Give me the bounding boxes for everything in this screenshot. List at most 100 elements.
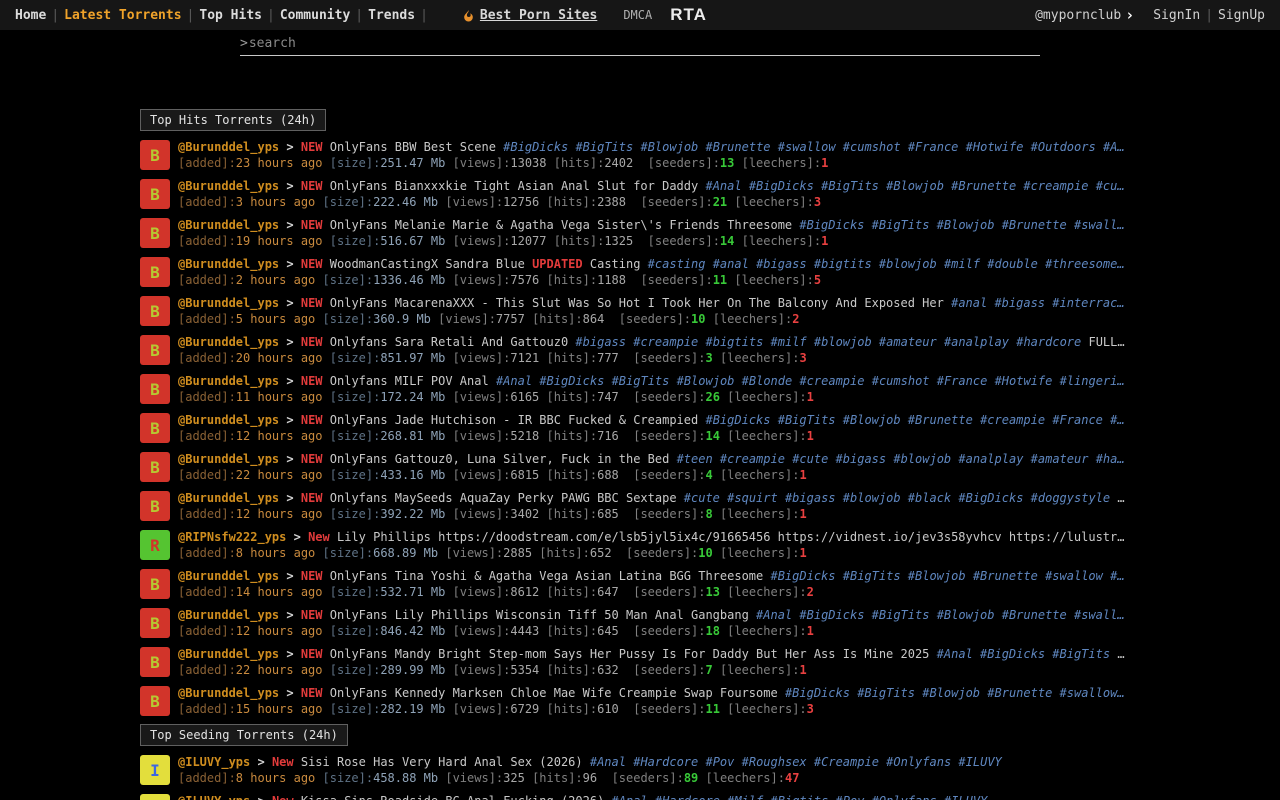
tag-link[interactable]: #Anal — [612, 794, 648, 800]
tag-link[interactable]: #Onlyfans — [872, 794, 937, 800]
tag-link[interactable]: #ILUVY — [944, 794, 987, 800]
tag-link[interactable]: #interrac… — [1052, 296, 1124, 310]
uploader-link[interactable]: @Burunddel_yps — [178, 491, 279, 505]
tag-link[interactable]: #Brunette — [908, 413, 973, 427]
tag-link[interactable]: #Outdoors — [1031, 140, 1096, 154]
torrent-title-link[interactable]: OnlyFans Lily Phillips Wisconsin Tiff 50… — [330, 608, 749, 622]
uploader-link[interactable]: @Burunddel_yps — [178, 608, 279, 622]
tag-link[interactable]: #France — [1052, 413, 1103, 427]
tag-link[interactable]: #… — [1110, 569, 1124, 583]
uploader-link[interactable]: @ILUVY_yps — [178, 794, 250, 800]
torrent-title-link[interactable]: Onlyfans MILF POV Anal — [330, 374, 489, 388]
search-box[interactable]: > — [240, 32, 1040, 56]
tag-link[interactable]: #BigDicks — [785, 686, 850, 700]
tag-link[interactable]: #blowjob — [893, 452, 951, 466]
uploader-link[interactable]: @Burunddel_yps — [178, 257, 279, 271]
tag-link[interactable]: #BigTits — [857, 686, 915, 700]
torrent-title-link[interactable]: Onlyfans MaySeeds AquaZay Perky PAWG BBC… — [330, 491, 677, 505]
nav-item-latest-torrents[interactable]: Latest Torrents — [59, 8, 186, 23]
tag-link[interactable]: #France — [908, 140, 959, 154]
tag-link[interactable]: #BigTits — [612, 374, 670, 388]
tag-link[interactable]: #anal — [713, 257, 749, 271]
tag-link[interactable]: #creampie — [633, 335, 698, 349]
uploader-avatar[interactable]: I — [140, 755, 170, 785]
uploader-avatar[interactable]: B — [140, 296, 170, 326]
tag-link[interactable]: #blowjob — [814, 335, 872, 349]
tag-link[interactable]: #black — [908, 491, 951, 505]
tag-link[interactable]: #BigDicks — [503, 140, 568, 154]
search-input[interactable] — [249, 36, 1040, 51]
torrent-title-link[interactable]: Onlyfans Sara Retali And Gattouz0 — [330, 335, 568, 349]
tag-link[interactable]: #Blowjob — [677, 374, 735, 388]
tag-link[interactable]: #bigtits — [814, 257, 872, 271]
dmca-link[interactable]: DMCA — [623, 8, 652, 22]
tag-link[interactable]: #… — [1110, 413, 1124, 427]
tag-link[interactable]: #France — [937, 374, 988, 388]
torrent-title-link[interactable]: OnlyFans Bianxxxkie Tight Asian Anal Slu… — [330, 179, 698, 193]
best-porn-sites-link[interactable]: Best Porn Sites — [462, 8, 597, 23]
tag-link[interactable]: #Pov — [705, 755, 734, 769]
uploader-link[interactable]: @Burunddel_yps — [178, 647, 279, 661]
tag-link[interactable]: #amateur — [1031, 452, 1089, 466]
tag-link[interactable]: #analplay — [958, 452, 1023, 466]
tag-link[interactable]: #Blowjob — [640, 140, 698, 154]
uploader-avatar[interactable]: B — [140, 413, 170, 443]
tag-link[interactable]: #swallow… — [1060, 686, 1125, 700]
nav-item-home[interactable]: Home — [10, 8, 51, 23]
tag-link[interactable]: #teen — [677, 452, 713, 466]
tag-link[interactable]: #Hardcore — [633, 755, 698, 769]
tag-link[interactable]: #ha… — [1096, 452, 1125, 466]
tag-link[interactable]: #Anal — [590, 755, 626, 769]
tag-link[interactable]: #Brunette — [706, 140, 771, 154]
tag-link[interactable]: #BigTits — [872, 608, 930, 622]
tag-link[interactable]: #Brunette — [951, 179, 1016, 193]
tag-link[interactable]: #Blowjob — [843, 413, 901, 427]
tag-link[interactable]: #BigDicks — [958, 491, 1023, 505]
uploader-avatar[interactable]: B — [140, 335, 170, 365]
uploader-link[interactable]: @Burunddel_yps — [178, 296, 279, 310]
uploader-avatar[interactable]: B — [140, 569, 170, 599]
tag-link[interactable]: #Blowjob — [908, 569, 966, 583]
uploader-link[interactable]: @Burunddel_yps — [178, 374, 279, 388]
tag-link[interactable]: #BigTits — [821, 179, 879, 193]
tag-link[interactable]: #creampie — [720, 452, 785, 466]
torrent-title-link[interactable]: OnlyFans Mandy Bright Step-mom Says Her … — [330, 647, 930, 661]
signin-link[interactable]: SignIn — [1148, 8, 1205, 23]
torrent-title-link[interactable]: OnlyFans Jade Hutchison - IR BBC Fucked … — [330, 413, 698, 427]
tag-link[interactable]: #BigDicks — [980, 647, 1045, 661]
uploader-link[interactable]: @Burunddel_yps — [178, 569, 279, 583]
uploader-avatar[interactable]: B — [140, 452, 170, 482]
tag-link[interactable]: #A… — [1103, 140, 1125, 154]
torrent-title-link[interactable]: WoodmanCastingX Sandra Blue UPDATED Cast… — [330, 257, 641, 271]
tag-link[interactable]: #anal — [951, 296, 987, 310]
tag-link[interactable]: #creampie — [980, 413, 1045, 427]
uploader-link[interactable]: @Burunddel_yps — [178, 179, 279, 193]
tag-link[interactable]: #Anal — [937, 647, 973, 661]
nav-item-top-hits[interactable]: Top Hits — [194, 8, 267, 23]
torrent-title-link[interactable]: OnlyFans Kennedy Marksen Chloe Mae Wife … — [330, 686, 778, 700]
tag-link[interactable]: #Onlyfans — [886, 755, 951, 769]
tag-link[interactable]: #BigDicks — [749, 179, 814, 193]
tag-link[interactable]: #cute — [684, 491, 720, 505]
tag-link[interactable]: #Roughsex — [742, 755, 807, 769]
tag-link[interactable]: #Brunette — [1002, 218, 1067, 232]
tag-link[interactable]: #bigtits — [706, 335, 764, 349]
tag-link[interactable]: #Blowjob — [937, 218, 995, 232]
tag-link[interactable]: #Blonde — [742, 374, 793, 388]
torrent-title-link[interactable]: Lily Phillips https://doodstream.com/e/l… — [337, 530, 1124, 544]
tag-link[interactable]: #hardcore — [1016, 335, 1081, 349]
tag-link[interactable]: #cumshot — [843, 140, 901, 154]
tag-link[interactable]: #Blowjob — [937, 608, 995, 622]
tag-link[interactable]: #cu… — [1096, 179, 1125, 193]
tag-link[interactable]: #Hotwife — [995, 374, 1053, 388]
uploader-link[interactable]: @Burunddel_yps — [178, 413, 279, 427]
uploader-avatar[interactable]: B — [140, 374, 170, 404]
torrent-title-link[interactable]: OnlyFans BBW Best Scene — [330, 140, 496, 154]
tag-link[interactable]: #bigass — [575, 335, 626, 349]
tag-link[interactable]: #creampie — [1023, 179, 1088, 193]
tag-link[interactable]: #blowjob — [879, 257, 937, 271]
uploader-avatar[interactable]: B — [140, 257, 170, 287]
tag-link[interactable]: #ILUVY — [958, 755, 1001, 769]
tag-link[interactable]: #Brunette — [987, 686, 1052, 700]
uploader-link[interactable]: @Burunddel_yps — [178, 686, 279, 700]
